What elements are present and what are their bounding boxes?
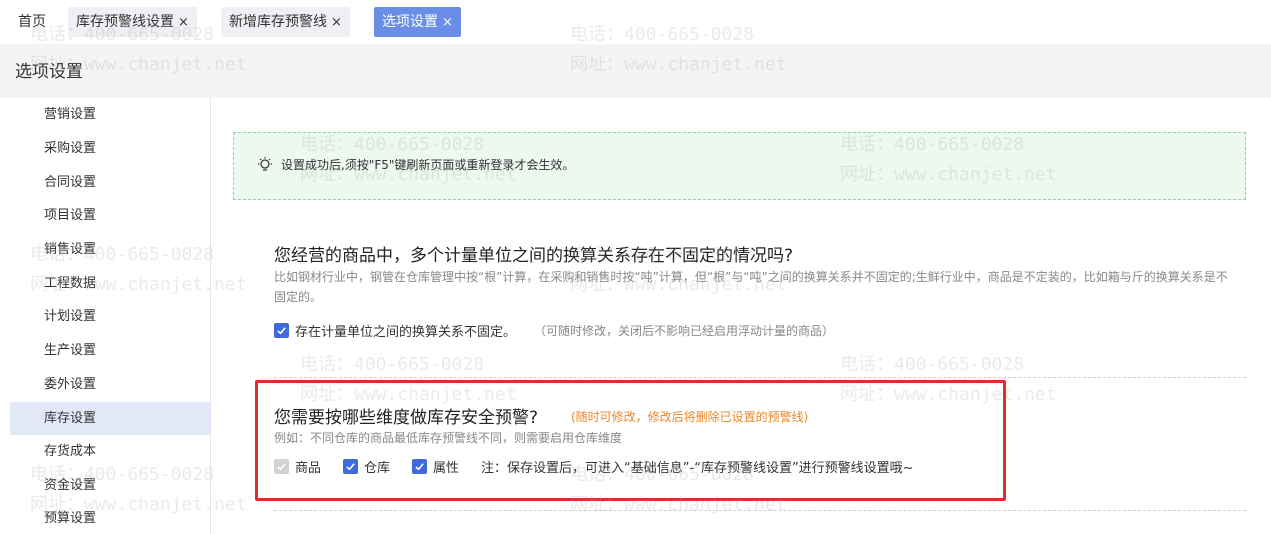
page-title: 选项设置 — [15, 62, 83, 82]
sidebar-item-planning[interactable]: 计划设置 — [10, 300, 211, 333]
notice-text: 设置成功后,须按"F5"键刷新页面或重新登录才会生效。 — [281, 158, 575, 172]
tab-new-stock-warning[interactable]: 新增库存预警线 × — [221, 7, 350, 37]
sidebar-item-inventory[interactable]: 库存设置 — [10, 402, 211, 435]
section-divider — [274, 510, 1246, 511]
page-header: 选项设置 — [0, 44, 1271, 98]
uom-question-description: 比如钢材行业中，钢管在仓库管理中按“根”计算，在采购和销售时按“吨”计算，但“根… — [274, 270, 1228, 304]
settings-sidebar: 营销设置 采购设置 合同设置 项目设置 销售设置 工程数据 计划设置 生产设置 … — [10, 98, 211, 534]
sidebar-item-project[interactable]: 项目设置 — [10, 199, 211, 232]
sidebar-item-budget[interactable]: 预算设置 — [10, 502, 211, 534]
checkbox-checked-icon[interactable] — [274, 323, 289, 338]
sidebar-item-funds[interactable]: 资金设置 — [10, 469, 211, 502]
lightbulb-icon — [258, 157, 272, 171]
tab-home[interactable]: 首页 — [10, 7, 54, 37]
tab-label: 新增库存预警线 — [229, 14, 327, 30]
sidebar-item-marketing[interactable]: 营销设置 — [10, 98, 211, 131]
sidebar-item-sales[interactable]: 销售设置 — [10, 233, 211, 266]
floating-uom-option[interactable]: 存在计量单位之间的换算关系不固定。 （可随时修改，关闭后不影响已经启用浮动计量的… — [274, 321, 834, 340]
sidebar-item-contract[interactable]: 合同设置 — [10, 166, 211, 199]
tab-bar: 首页 库存预警线设置 × 新增库存预警线 × 选项设置 × — [0, 0, 1271, 44]
sidebar-item-production[interactable]: 生产设置 — [10, 334, 211, 367]
uom-question-title: 您经营的商品中，多个计量单位之间的换算关系存在不固定的情况吗? — [274, 246, 794, 266]
sidebar-item-outsourcing[interactable]: 委外设置 — [10, 368, 211, 401]
close-icon[interactable]: × — [331, 15, 342, 30]
tab-label: 选项设置 — [382, 14, 438, 30]
floating-uom-hint: （可随时修改，关闭后不影响已经启用浮动计量的商品） — [534, 324, 835, 338]
sidebar-item-engineering[interactable]: 工程数据 — [10, 267, 211, 300]
floating-uom-label: 存在计量单位之间的换算关系不固定。 — [295, 325, 517, 340]
close-icon[interactable]: × — [178, 15, 189, 30]
tab-option-settings[interactable]: 选项设置 × — [374, 7, 461, 37]
highlight-box — [255, 380, 1006, 501]
section-divider — [274, 377, 1246, 378]
tab-stock-warning-settings[interactable]: 库存预警线设置 × — [68, 7, 197, 37]
sidebar-item-inventory-cost[interactable]: 存货成本 — [10, 435, 211, 468]
tab-label: 首页 — [18, 14, 46, 30]
sidebar-item-purchase[interactable]: 采购设置 — [10, 132, 211, 165]
notice-banner: 设置成功后,须按"F5"键刷新页面或重新登录才会生效。 — [233, 132, 1246, 200]
close-icon[interactable]: × — [442, 15, 453, 30]
tab-label: 库存预警线设置 — [76, 14, 174, 30]
